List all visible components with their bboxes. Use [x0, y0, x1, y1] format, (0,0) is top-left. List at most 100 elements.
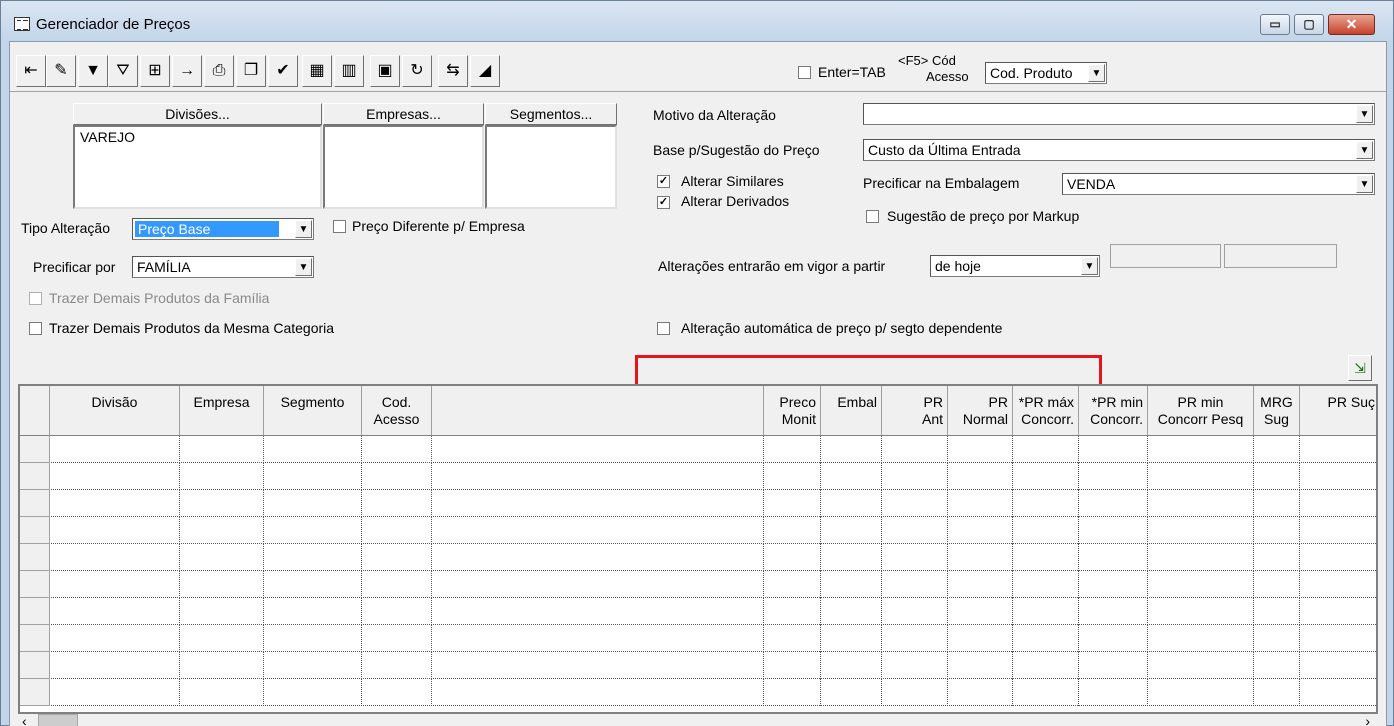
table-cell[interactable]	[1013, 463, 1079, 490]
chevron-down-icon[interactable]: ▼	[295, 220, 312, 238]
table-cell[interactable]	[264, 625, 362, 652]
table-cell[interactable]	[1300, 679, 1376, 706]
table-cell[interactable]	[764, 544, 821, 571]
table-cell[interactable]	[1300, 463, 1376, 490]
table-cell[interactable]	[882, 625, 948, 652]
table-cell[interactable]	[1300, 544, 1376, 571]
table-cell[interactable]	[50, 490, 180, 517]
table-cell[interactable]	[821, 571, 882, 598]
filter-check-icon[interactable]: ⛛	[108, 55, 138, 87]
table-cell[interactable]	[764, 463, 821, 490]
table-cell[interactable]	[180, 463, 264, 490]
table-cell[interactable]	[1254, 598, 1300, 625]
chevron-down-icon[interactable]: ▼	[1081, 257, 1098, 275]
table-row[interactable]	[20, 625, 1376, 652]
precificar-por-combo[interactable]: FAMÍLIA ▼	[132, 256, 314, 278]
chevron-down-icon[interactable]: ▼	[1356, 141, 1373, 159]
table-cell[interactable]	[948, 625, 1013, 652]
table-cell[interactable]	[948, 463, 1013, 490]
table-cell[interactable]	[1254, 544, 1300, 571]
close-button[interactable]: ✕	[1328, 14, 1375, 35]
embalagem-combo[interactable]: VENDA ▼	[1062, 173, 1375, 195]
table-cell[interactable]	[1079, 625, 1148, 652]
table-cell[interactable]	[1013, 517, 1079, 544]
table-cell[interactable]	[362, 463, 432, 490]
table-cell[interactable]	[180, 679, 264, 706]
row-header[interactable]	[20, 490, 50, 517]
table-cell[interactable]	[882, 436, 948, 463]
divisoes-header[interactable]: Divisões...	[73, 103, 322, 125]
horizontal-scrollbar[interactable]: ‹ ›	[18, 713, 1378, 726]
table-cell[interactable]	[362, 517, 432, 544]
table-cell[interactable]	[1148, 517, 1254, 544]
table-cell[interactable]	[1300, 571, 1376, 598]
table-cell[interactable]	[1013, 598, 1079, 625]
table-cell[interactable]	[882, 544, 948, 571]
table-cell[interactable]	[821, 679, 882, 706]
table-cell[interactable]	[1300, 517, 1376, 544]
table-row[interactable]	[20, 679, 1376, 706]
table-cell[interactable]	[180, 625, 264, 652]
table-cell[interactable]	[821, 517, 882, 544]
table-cell[interactable]	[362, 544, 432, 571]
table-cell[interactable]	[180, 544, 264, 571]
table-cell[interactable]	[948, 436, 1013, 463]
prices-grid[interactable]: Divisão Empresa Segmento Cod. Acesso Preco Mon…	[18, 384, 1378, 714]
table-cell[interactable]	[50, 436, 180, 463]
table-cell[interactable]	[362, 679, 432, 706]
table-cell[interactable]	[1148, 544, 1254, 571]
table-cell[interactable]	[882, 490, 948, 517]
table-cell[interactable]	[948, 517, 1013, 544]
grid-column-header[interactable]: PR Normal	[948, 386, 1013, 436]
chevron-down-icon[interactable]: ▼	[1356, 175, 1373, 193]
table-cell[interactable]	[1254, 625, 1300, 652]
table-cell[interactable]	[821, 544, 882, 571]
grid-column-header[interactable]	[432, 386, 764, 436]
grid-column-header[interactable]: MRG Sug	[1254, 386, 1300, 436]
table-cell[interactable]	[264, 490, 362, 517]
table-cell[interactable]	[180, 436, 264, 463]
grid-column-header[interactable]: PR min Concorr Pesq	[1148, 386, 1254, 436]
table-cell[interactable]	[764, 625, 821, 652]
table-cell[interactable]	[50, 463, 180, 490]
table-cell[interactable]	[1148, 571, 1254, 598]
transfer-icon[interactable]: ⇆	[438, 55, 468, 87]
table-cell[interactable]	[1300, 598, 1376, 625]
grid-column-header[interactable]: *PR máx Concorr.	[1013, 386, 1079, 436]
chevron-down-icon[interactable]: ▼	[1088, 64, 1105, 82]
table-row[interactable]	[20, 490, 1376, 517]
minimize-button[interactable]: ▭	[1260, 14, 1290, 35]
table-cell[interactable]	[50, 598, 180, 625]
scroll-right-icon[interactable]: ›	[1365, 713, 1370, 726]
list-item[interactable]: VAREJO	[75, 127, 320, 147]
empresas-header[interactable]: Empresas...	[323, 103, 484, 125]
table-cell[interactable]	[821, 463, 882, 490]
table-row[interactable]	[20, 463, 1376, 490]
table-row[interactable]	[20, 598, 1376, 625]
alterar-derivados-checkbox[interactable]: ✓	[657, 196, 670, 209]
table-cell[interactable]	[180, 517, 264, 544]
table-cell[interactable]	[1148, 490, 1254, 517]
vigor-combo[interactable]: de hoje ▼	[930, 255, 1100, 277]
grid-column-header[interactable]: Embal	[821, 386, 882, 436]
alterar-similares-checkbox[interactable]: ✓	[657, 175, 670, 188]
grid-column-header[interactable]: Empresa	[180, 386, 264, 436]
row-header[interactable]	[20, 652, 50, 679]
table-cell[interactable]	[821, 436, 882, 463]
table-cell[interactable]	[1254, 517, 1300, 544]
markup-checkbox[interactable]	[866, 210, 879, 223]
table-cell[interactable]	[1079, 544, 1148, 571]
table-row[interactable]	[20, 436, 1376, 463]
table-cell[interactable]	[1079, 652, 1148, 679]
table-cell[interactable]	[1079, 598, 1148, 625]
trazer-familia-checkbox[interactable]	[29, 292, 42, 305]
maximize-button[interactable]: ▢	[1294, 14, 1324, 35]
exit-icon[interactable]: ⇤	[16, 55, 46, 87]
table-cell[interactable]	[821, 490, 882, 517]
table-row[interactable]	[20, 544, 1376, 571]
table-cell[interactable]	[432, 571, 764, 598]
table-cell[interactable]	[50, 652, 180, 679]
table-cell[interactable]	[50, 679, 180, 706]
segmentos-header[interactable]: Segmentos...	[485, 103, 617, 125]
grid-edit-icon[interactable]: ▦	[302, 55, 332, 87]
